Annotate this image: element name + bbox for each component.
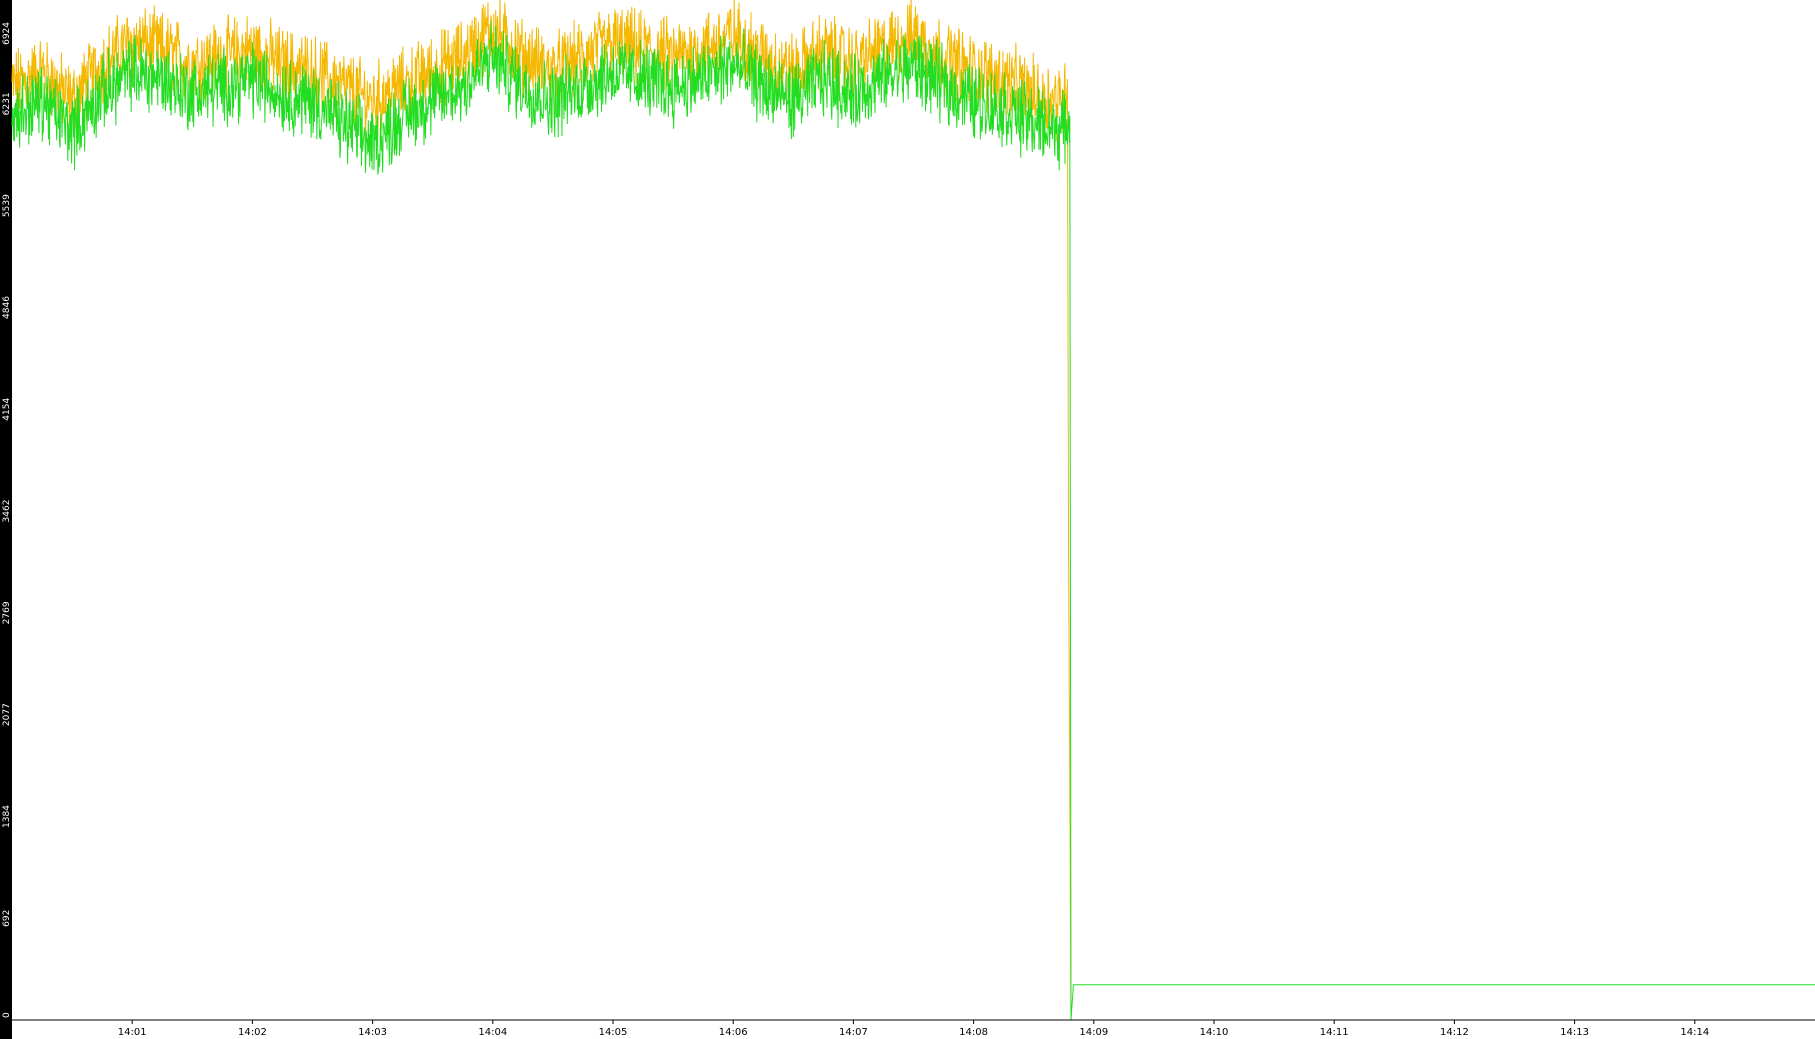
y-tick-label: 2769 (2, 601, 12, 624)
x-tick-label: 14:02 (238, 1027, 267, 1038)
y-tick-label: 0 (2, 1012, 12, 1018)
y-tick-label: 2077 (2, 703, 12, 726)
y-tick-label: 3462 (2, 500, 12, 523)
x-tick-label: 14:07 (839, 1027, 868, 1038)
x-tick-label: 14:01 (118, 1027, 147, 1038)
y-tick-label: 692 (2, 910, 12, 927)
y-tick-label: 1384 (2, 805, 12, 828)
line-chart: 14:01 14:02 14:03 14:04 14:05 14:06 14:07 14:08… (0, 0, 1815, 1039)
x-tick-label: 14:10 (1200, 1027, 1229, 1038)
x-tick-label: 14:03 (358, 1027, 387, 1038)
x-tick-label: 14:13 (1560, 1027, 1589, 1038)
x-tick-label: 14:04 (478, 1027, 507, 1038)
y-tick-label: 4846 (2, 296, 12, 319)
y-tick-label: 4154 (2, 398, 12, 421)
x-tick-label: 14:06 (719, 1027, 748, 1038)
y-tick-label: 6231 (2, 92, 12, 115)
x-tick-label: 14:08 (959, 1027, 988, 1038)
x-tick-label: 14:09 (1079, 1027, 1108, 1038)
y-tick-label: 6924 (2, 22, 12, 45)
x-tick-label: 14:12 (1440, 1027, 1469, 1038)
x-tick-label: 14:11 (1320, 1027, 1349, 1038)
chart-root: 14:01 14:02 14:03 14:04 14:05 14:06 14:07 14:08… (0, 0, 1815, 1039)
y-tick-label: 5539 (2, 194, 12, 217)
x-tick-label: 14:05 (599, 1027, 628, 1038)
chart-background (0, 0, 1815, 1039)
x-tick-label: 14:14 (1680, 1027, 1709, 1038)
